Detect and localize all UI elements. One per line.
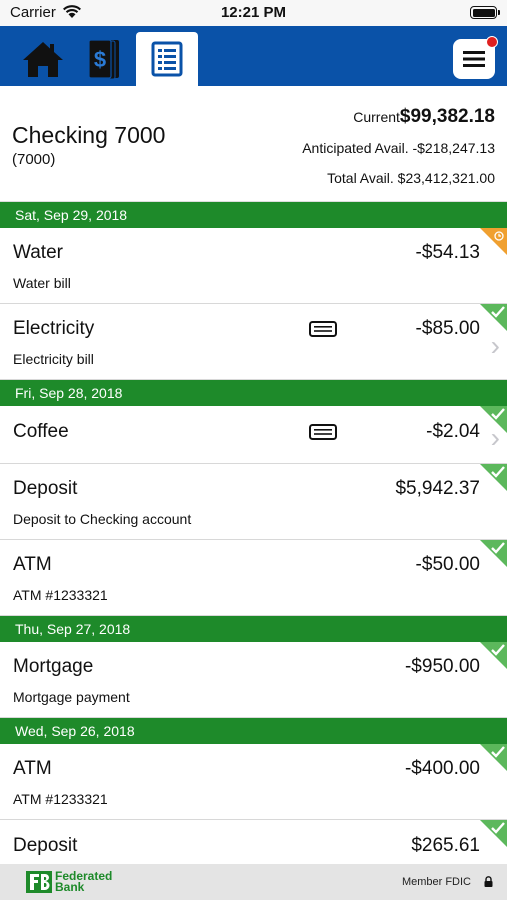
anticipated-balance: Anticipated Avail. -$218,247.13 bbox=[302, 140, 495, 156]
transaction-memo: Mortgage payment bbox=[13, 689, 130, 705]
transaction-memo: Electricity bill bbox=[13, 351, 94, 367]
transaction-row[interactable]: Water Water bill -$54.13 bbox=[0, 228, 507, 304]
cleared-check-icon bbox=[480, 744, 507, 771]
current-balance: Current$99,382.18 bbox=[353, 106, 495, 128]
cleared-check-icon bbox=[480, 464, 507, 491]
transaction-memo: ATM #1233321 bbox=[13, 587, 108, 603]
date-header: Sat, Sep 29, 2018 bbox=[0, 202, 507, 228]
transaction-description: Water bbox=[13, 242, 63, 263]
member-fdic: Member FDIC bbox=[401, 876, 471, 888]
footer: Federated Bank Member FDIC bbox=[0, 864, 507, 900]
menu-button[interactable] bbox=[453, 36, 498, 79]
total-balance: Total Avail. $23,412,321.00 bbox=[327, 170, 495, 186]
transaction-description: Mortgage bbox=[13, 656, 94, 677]
transaction-amount: -$85.00 bbox=[415, 318, 480, 339]
cleared-check-icon bbox=[480, 304, 507, 331]
transaction-amount: -$54.13 bbox=[415, 242, 480, 263]
tab-register[interactable] bbox=[136, 32, 198, 86]
status-bar: Carrier 12:21 PM bbox=[0, 0, 507, 26]
transaction-amount: -$2.04 bbox=[426, 421, 480, 442]
transaction-list: Sat, Sep 29, 2018 Water Water bill -$54.13 E… bbox=[0, 202, 507, 880]
date-header: Wed, Sep 26, 2018 bbox=[0, 718, 507, 744]
account-number: (7000) bbox=[12, 151, 56, 168]
transaction-row[interactable]: ATM ATM #1233321 -$400.00 bbox=[0, 744, 507, 820]
logo-text: Federated Bank bbox=[55, 870, 112, 894]
battery-icon bbox=[470, 6, 500, 19]
svg-text:$: $ bbox=[94, 47, 106, 72]
receipt-icon[interactable] bbox=[309, 424, 337, 440]
transaction-amount: -$400.00 bbox=[404, 758, 480, 779]
transaction-row[interactable]: Mortgage Mortgage payment -$950.00 bbox=[0, 642, 507, 718]
transaction-description: Electricity bbox=[13, 318, 95, 339]
date-header: Fri, Sep 28, 2018 bbox=[0, 380, 507, 406]
tab-accounts[interactable]: $ bbox=[74, 32, 136, 86]
transaction-description: Coffee bbox=[13, 421, 69, 442]
clock: 12:21 PM bbox=[220, 4, 287, 21]
transaction-amount: -$50.00 bbox=[415, 554, 480, 575]
current-balance-label: Current bbox=[353, 109, 400, 125]
transaction-row[interactable]: Electricity Electricity bill -$85.00 › bbox=[0, 304, 507, 380]
transaction-memo: Water bill bbox=[13, 275, 71, 291]
transaction-amount: $5,942.37 bbox=[395, 478, 480, 499]
account-name: Checking 7000 bbox=[12, 122, 166, 148]
current-balance-amount: $99,382.18 bbox=[399, 106, 495, 127]
nav-bar: $ bbox=[0, 26, 507, 86]
transaction-amount: -$950.00 bbox=[404, 656, 480, 677]
transaction-description: Deposit bbox=[13, 835, 78, 856]
transaction-row[interactable]: ATM ATM #1233321 -$50.00 bbox=[0, 540, 507, 616]
account-header: Checking 7000 (7000) Current$99,382.18 A… bbox=[0, 86, 507, 202]
cleared-check-icon bbox=[480, 406, 507, 433]
logo-line-2: Bank bbox=[55, 880, 85, 894]
register-icon bbox=[151, 41, 183, 77]
home-icon bbox=[23, 42, 63, 77]
date-header: Thu, Sep 27, 2018 bbox=[0, 616, 507, 642]
pending-status-icon bbox=[480, 228, 507, 255]
receipt-icon[interactable] bbox=[309, 321, 337, 337]
transaction-row[interactable]: Deposit Deposit to Checking account $5,942… bbox=[0, 464, 507, 540]
money-icon: $ bbox=[88, 39, 119, 80]
tab-home[interactable] bbox=[12, 32, 74, 86]
transaction-memo: Deposit to Checking account bbox=[13, 511, 192, 527]
transaction-description: Deposit bbox=[13, 478, 78, 499]
transaction-amount: $265.61 bbox=[411, 835, 480, 856]
cleared-check-icon bbox=[480, 642, 507, 669]
bank-logo: Federated Bank bbox=[26, 870, 112, 894]
hamburger-icon bbox=[463, 51, 485, 67]
lock-icon bbox=[484, 876, 493, 887]
logo-mark-icon bbox=[26, 871, 52, 893]
transaction-description: ATM bbox=[13, 554, 52, 575]
transaction-memo: ATM #1233321 bbox=[13, 791, 108, 807]
cleared-check-icon bbox=[480, 820, 507, 847]
transaction-description: ATM bbox=[13, 758, 52, 779]
transaction-row[interactable]: Coffee -$2.04 › bbox=[0, 406, 507, 464]
chevron-right-icon: › bbox=[490, 330, 500, 361]
notification-dot bbox=[486, 36, 498, 48]
cleared-check-icon bbox=[480, 540, 507, 567]
